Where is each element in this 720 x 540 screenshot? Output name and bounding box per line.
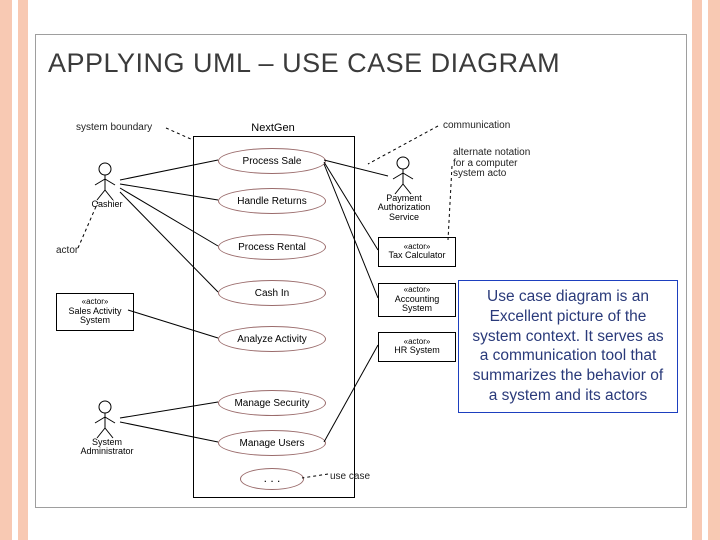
stripe-left-outer xyxy=(0,0,12,540)
note-box: Use case diagram is an Excellent picture… xyxy=(458,280,678,413)
stripe-left-inner xyxy=(18,0,28,540)
stripe-right-outer xyxy=(708,0,720,540)
slide-title: APPLYING UML – USE CASE DIAGRAM xyxy=(48,48,560,79)
use-case-diagram: NextGen system boundary communication ac… xyxy=(48,100,668,500)
stripe-right-inner xyxy=(692,0,702,540)
